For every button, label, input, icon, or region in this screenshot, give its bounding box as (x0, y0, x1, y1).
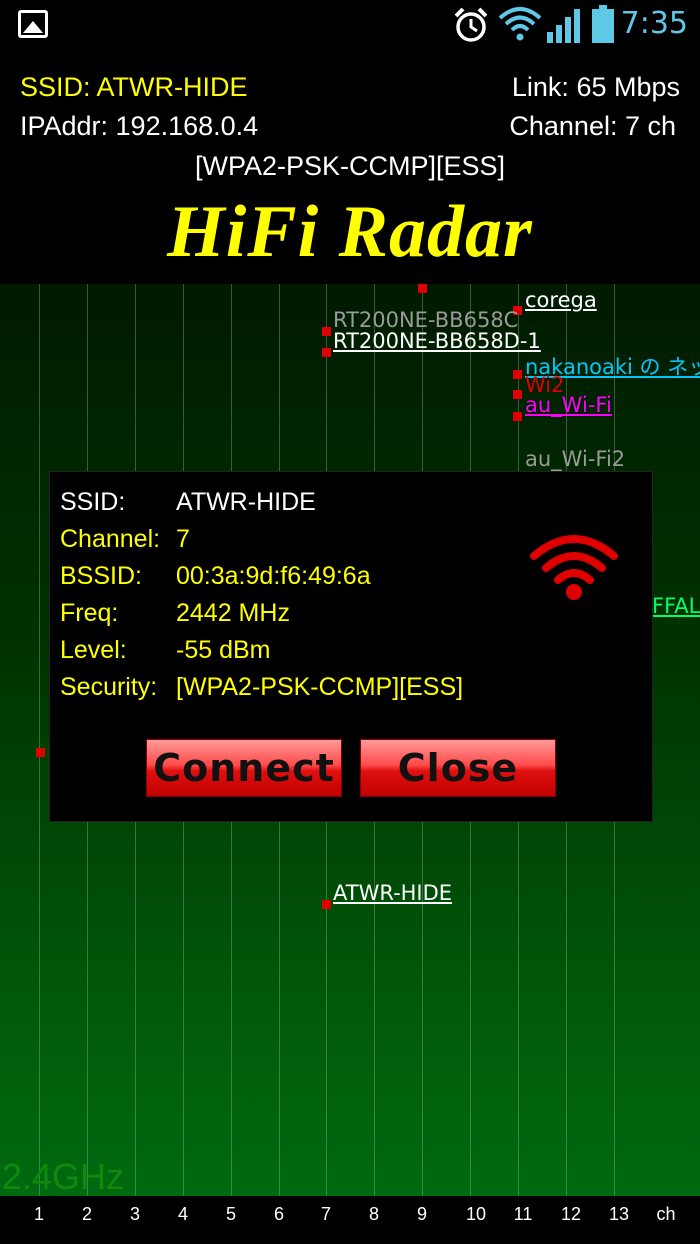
channel-label: Channel: (60, 525, 161, 553)
bssid-value: 00:3a:9d:f6:49:6a (176, 562, 371, 590)
network-dot[interactable] (36, 748, 45, 757)
axis-tick: 2 (81, 1204, 93, 1224)
axis-tick: 10 (465, 1204, 487, 1224)
axis-tick: 3 (129, 1204, 141, 1224)
wifi-signal-icon (530, 535, 618, 600)
bssid-label: BSSID: (60, 562, 142, 590)
network-label[interactable]: FFAL (652, 594, 700, 618)
current-security: [WPA2-PSK-CCMP][ESS] (194, 151, 506, 181)
axis-tick: 13 (608, 1204, 630, 1224)
image-icon (18, 10, 48, 38)
alarm-icon (454, 7, 488, 42)
network-dot[interactable] (418, 284, 427, 293)
axis-tick: 7 (320, 1204, 332, 1224)
axis-tick: ch (656, 1204, 676, 1224)
level-label: Level: (60, 636, 127, 664)
current-channel: Channel: 7 ch (509, 111, 676, 141)
axis-tick: 12 (560, 1204, 582, 1224)
clock: 7:35 (620, 6, 688, 41)
level-value: -55 dBm (176, 636, 271, 664)
network-dot[interactable] (513, 370, 522, 379)
signal-icon (547, 9, 580, 43)
network-dot[interactable] (513, 390, 522, 399)
battery-icon (592, 5, 614, 43)
network-dot[interactable] (322, 348, 331, 357)
axis-tick: 1 (33, 1204, 45, 1224)
network-label[interactable]: au_Wi-Fi (525, 393, 612, 417)
axis-tick: 4 (177, 1204, 189, 1224)
current-ssid: SSID: ATWR-HIDE (20, 72, 248, 102)
app-title: HiFi Radar (167, 191, 533, 273)
link-speed: Link: 65 Mbps (511, 72, 680, 102)
status-bar: 7:35 (0, 0, 700, 50)
axis-tick: 8 (368, 1204, 380, 1224)
network-label[interactable]: ATWR-HIDE (333, 881, 452, 905)
channel-value: 7 (176, 525, 190, 553)
connect-button[interactable]: Connect (146, 739, 342, 797)
band-label: 2.4GHz (2, 1156, 125, 1196)
wifi-icon (498, 7, 542, 41)
ip-address: IPAddr: 192.168.0.4 (20, 111, 259, 141)
axis-tick: 5 (225, 1204, 237, 1224)
network-label[interactable]: corega (525, 288, 597, 312)
network-label[interactable]: au_Wi-Fi2 (525, 447, 625, 471)
channel-axis: 1 2 3 4 5 6 7 8 9 10 11 12 13 ch (0, 1196, 700, 1244)
network-dot[interactable] (513, 412, 522, 421)
close-button[interactable]: Close (360, 739, 556, 797)
network-dot[interactable] (322, 900, 331, 909)
network-detail-dialog: SSID: ATWR-HIDE Channel: 7 BSSID: 00:3a:… (49, 471, 653, 822)
freq-label: Freq: (60, 599, 119, 627)
axis-tick: 6 (273, 1204, 285, 1224)
channel-gridline (39, 284, 40, 1196)
network-dot[interactable] (322, 327, 331, 336)
security-label: Security: (60, 673, 158, 701)
ssid-label: SSID: (60, 488, 126, 516)
axis-tick: 9 (416, 1204, 428, 1224)
header: SSID: ATWR-HIDE IPAddr: 192.168.0.4 Link… (0, 50, 700, 284)
network-label[interactable]: RT200NE-BB658D-1 (333, 329, 541, 353)
axis-tick: 11 (513, 1204, 533, 1224)
ssid-value: ATWR-HIDE (176, 488, 316, 516)
freq-value: 2442 MHz (176, 599, 290, 627)
security-value: [WPA2-PSK-CCMP][ESS] (176, 673, 464, 701)
